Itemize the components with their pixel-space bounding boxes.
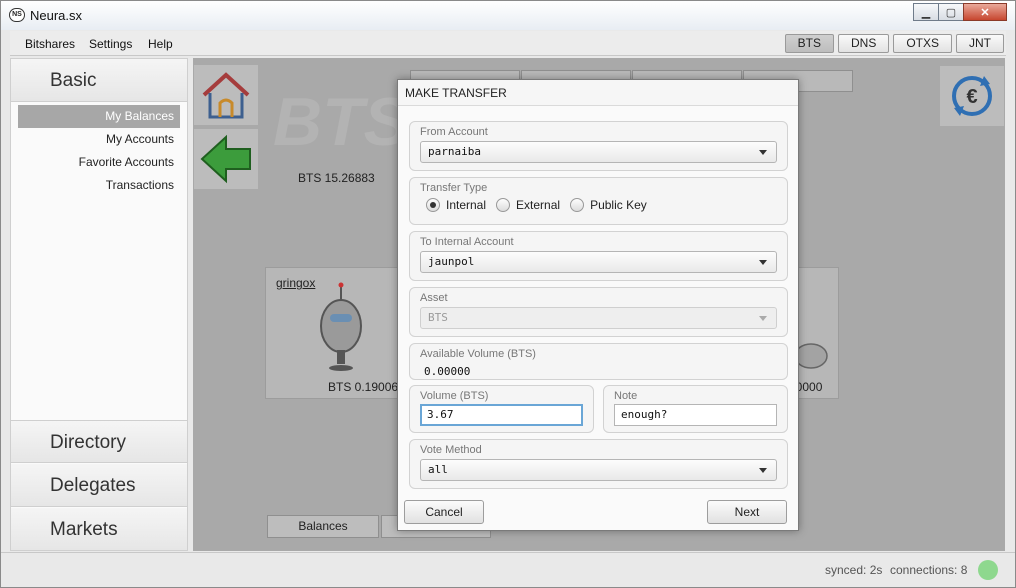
sidebar-header-directory[interactable]: Directory xyxy=(11,420,187,463)
radio-unselected-icon xyxy=(496,198,511,212)
vote-method-label: Vote Method xyxy=(420,444,482,456)
to-account-group: To Internal Account jaunpol xyxy=(409,231,788,281)
chain-button-dns[interactable]: DNS xyxy=(837,34,890,53)
status-bar: synced: 2s connections: 8 xyxy=(1,552,1015,587)
sidebar-item-transactions[interactable]: Transactions xyxy=(11,174,187,197)
asset-group: Asset BTS xyxy=(409,287,788,337)
maximize-icon[interactable]: ▢ xyxy=(938,3,964,21)
back-arrow-icon[interactable] xyxy=(194,129,258,189)
volume-group: Volume (BTS) 3.67 xyxy=(409,385,594,433)
radio-internal[interactable]: Internal xyxy=(426,198,486,212)
sidebar-header-delegates[interactable]: Delegates xyxy=(11,464,187,507)
chain-button-bts[interactable]: BTS xyxy=(784,34,834,53)
from-account-label: From Account xyxy=(420,126,488,138)
radio-unselected-icon xyxy=(570,198,585,212)
available-volume-label: Available Volume (BTS) xyxy=(420,348,536,360)
from-account-value: parnaiba xyxy=(428,145,481,158)
to-account-select[interactable]: jaunpol xyxy=(420,251,777,273)
minimize-icon[interactable]: ▁ xyxy=(913,3,939,21)
from-account-group: From Account parnaiba xyxy=(409,121,788,171)
note-group: Note enough? xyxy=(603,385,788,433)
sidebar: Basic My Balances My Accounts Favorite A… xyxy=(10,58,188,551)
radio-selected-icon xyxy=(426,198,440,212)
chain-button-jnt[interactable]: JNT xyxy=(956,34,1004,53)
robot-avatar-icon xyxy=(320,282,362,371)
home-icon[interactable] xyxy=(194,65,258,125)
radio-public-key-label: Public Key xyxy=(590,198,647,212)
sidebar-item-favorite-accounts[interactable]: Favorite Accounts xyxy=(11,151,187,174)
from-account-select[interactable]: parnaiba xyxy=(420,141,777,163)
chevron-down-icon xyxy=(759,260,767,265)
radio-internal-label: Internal xyxy=(446,198,487,212)
currency-exchange-icon[interactable]: € xyxy=(940,66,1004,126)
chevron-down-icon xyxy=(759,150,767,155)
menu-bitshares[interactable]: Bitshares xyxy=(25,37,75,51)
menu-help[interactable]: Help xyxy=(148,37,173,51)
connections-status: connections: 8 xyxy=(890,563,968,577)
make-transfer-dialog: MAKE TRANSFER From Account parnaiba Tran… xyxy=(397,79,799,531)
asset-select: BTS xyxy=(420,307,777,329)
dialog-title: MAKE TRANSFER xyxy=(398,80,798,106)
transfer-type-radios: Internal External Public Key xyxy=(426,198,657,212)
sidebar-item-my-balances[interactable]: My Balances xyxy=(18,105,180,128)
chain-button-otxs[interactable]: OTXS xyxy=(893,34,952,53)
svg-text:€: € xyxy=(966,86,977,108)
note-input[interactable]: enough? xyxy=(614,404,777,426)
sidebar-header-basic[interactable]: Basic xyxy=(11,59,187,102)
asset-value: BTS xyxy=(428,311,448,324)
menu-settings[interactable]: Settings xyxy=(89,37,132,51)
volume-label: Volume (BTS) xyxy=(420,390,489,402)
chain-selector: BTS DNS OTXS JNT xyxy=(784,34,1004,53)
vote-method-value: all xyxy=(428,463,448,476)
sidebar-header-markets[interactable]: Markets xyxy=(11,508,187,551)
radio-external-label: External xyxy=(516,198,561,212)
account-card-balance: BTS 0.19006 xyxy=(328,380,399,394)
menu-bar: Bitshares Settings Help BTS DNS OTXS JNT xyxy=(10,31,1006,56)
next-button[interactable]: Next xyxy=(707,500,787,524)
asset-label: Asset xyxy=(420,292,448,304)
to-account-label: To Internal Account xyxy=(420,236,514,248)
sidebar-list: My Balances My Accounts Favorite Account… xyxy=(11,105,187,197)
account-card-name[interactable]: gringox xyxy=(276,276,315,290)
note-label: Note xyxy=(614,390,638,402)
sync-status: synced: 2s xyxy=(825,563,883,577)
transfer-type-label: Transfer Type xyxy=(420,182,488,194)
title-bar: NS Neura.sx ▁ ▢ ✕ xyxy=(1,1,1015,30)
available-volume-group: Available Volume (BTS) 0.00000 xyxy=(409,343,788,380)
window-controls: ▁ ▢ ✕ xyxy=(913,3,1007,21)
vote-method-group: Vote Method all xyxy=(409,439,788,489)
volume-input[interactable]: 3.67 xyxy=(420,404,583,426)
transfer-type-group: Transfer Type Internal External Public K… xyxy=(409,177,788,225)
window-title: Neura.sx xyxy=(30,8,83,23)
radio-public-key[interactable]: Public Key xyxy=(570,198,647,212)
tab-balances[interactable]: Balances xyxy=(267,515,379,538)
vote-method-select[interactable]: all xyxy=(420,459,777,481)
account-card[interactable]: gringox BTS 0.19006 xyxy=(265,267,405,399)
to-account-value: jaunpol xyxy=(428,255,475,268)
chevron-down-icon xyxy=(759,316,767,321)
bts-watermark: BTS xyxy=(273,84,409,160)
close-icon[interactable]: ✕ xyxy=(963,3,1007,21)
radio-external[interactable]: External xyxy=(496,198,560,212)
available-volume-value: 0.00000 xyxy=(424,365,471,378)
sidebar-item-my-accounts[interactable]: My Accounts xyxy=(11,128,187,151)
connection-indicator-icon xyxy=(978,560,998,580)
chevron-down-icon xyxy=(759,468,767,473)
cancel-button[interactable]: Cancel xyxy=(404,500,484,524)
app-logo-icon: NS xyxy=(9,8,25,22)
total-balance: BTS 15.26883 xyxy=(298,171,375,185)
